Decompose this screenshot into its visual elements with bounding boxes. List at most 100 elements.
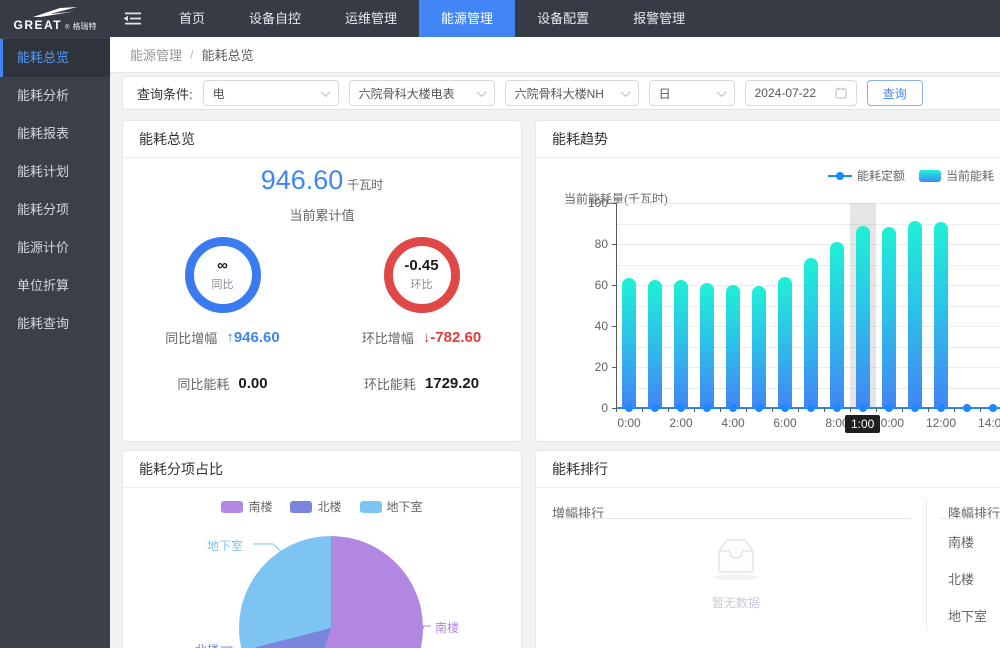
x-tick-mark (746, 408, 747, 412)
y-axis-line (616, 203, 617, 408)
sidebar-item[interactable]: 能耗总览 (0, 39, 110, 77)
up-arrow-icon: ↑ (226, 329, 234, 346)
energy-bar (882, 227, 896, 408)
sidebar-item[interactable]: 能源计价 (0, 229, 110, 267)
chevron-down-icon (620, 87, 630, 97)
mom-column: -0.45 环比 环比增幅 ↓-782.60 环比能耗 1729.20 (322, 237, 521, 393)
energy-bar (648, 280, 662, 408)
pie-legend-item[interactable]: 北楼 (290, 498, 341, 515)
overview-card: 能耗总览 946.60千瓦时 当前累计值 ∞ 同比 (122, 120, 522, 442)
sidebar-item[interactable]: 能耗分项 (0, 191, 110, 229)
quota-line-dot (755, 404, 763, 412)
overview-card-title: 能耗总览 (123, 121, 521, 158)
trend-card: 能耗趋势 能耗定额 当前能耗 当前能耗量(千瓦时) (535, 120, 1000, 442)
main-nav: 首页设备自控运维管理能源管理设备配置报警管理 (157, 0, 707, 37)
nav-item[interactable]: 能源管理 (419, 0, 515, 37)
nav-item[interactable]: 设备配置 (515, 0, 611, 37)
energy-bar (856, 226, 870, 408)
pie-legend-item[interactable]: 南楼 (221, 498, 272, 515)
energy-bar (804, 258, 818, 408)
ranking-list-item: 地下室 (948, 606, 987, 625)
sidebar-item[interactable]: 能耗查询 (0, 305, 110, 343)
sidebar-item[interactable]: 能耗报表 (0, 115, 110, 153)
brand-swoosh-icon (32, 7, 78, 18)
energy-bar (934, 222, 948, 408)
pie-chart (239, 536, 423, 648)
empty-state: 暂无数据 (666, 535, 806, 611)
quota-line-dot (885, 404, 893, 412)
search-button[interactable]: 查询 (867, 80, 923, 106)
x-tick-mark (876, 408, 877, 412)
sidebar-collapse-icon[interactable] (123, 12, 141, 25)
calendar-icon (835, 87, 847, 99)
ranking-card-title: 能耗排行 (536, 451, 1000, 488)
x-tick-mark (980, 408, 981, 412)
ranking-card: 能耗排行 增幅排行 降幅排行 南楼北楼地下室 暂无数据 (535, 450, 1000, 648)
x-tick-mark (902, 408, 903, 412)
x-tick-mark (954, 408, 955, 412)
yoy-energy-value: 0.00 (238, 375, 267, 392)
pie-card: 能耗分项占比 南楼北楼地下室 地下室 南楼 北楼 (122, 450, 522, 648)
x-tick-mark (616, 408, 617, 412)
pie-label-basement: 地下室 (207, 537, 243, 554)
quota-line-dot (937, 404, 945, 412)
pie-legend-item[interactable]: 地下室 (360, 498, 423, 515)
y-tick-label: 40 (576, 319, 608, 333)
axis-pointer-label: 1:00 (845, 415, 880, 433)
brand-logo: GREAT ® 格瑞特 (0, 0, 110, 37)
pie-legend-label: 南楼 (248, 498, 272, 515)
trend-legend: 能耗定额 当前能耗 (828, 167, 994, 184)
chevron-down-icon (320, 87, 330, 97)
y-tick-label: 60 (576, 278, 608, 292)
ranking-list-item: 北楼 (948, 569, 974, 588)
pie-legend-swatch (290, 501, 312, 513)
brand-name: GREAT (13, 19, 62, 31)
sidebar-item[interactable]: 单位折算 (0, 267, 110, 305)
y-tick-mark (612, 285, 616, 286)
quota-line-dot (989, 404, 997, 412)
x-tick-label: 12:00 (919, 416, 963, 430)
query-panel: 查询条件: 电六院骨科大楼电表六院骨科大楼NH日 2024-07-22 查询 (122, 76, 1000, 110)
energy-bar (674, 280, 688, 408)
chevron-down-icon (716, 87, 726, 97)
pie-legend-swatch (221, 501, 243, 513)
x-tick-label: 2:00 (659, 416, 703, 430)
empty-state-text: 暂无数据 (666, 594, 806, 611)
sidebar-item[interactable]: 能耗分析 (0, 77, 110, 115)
x-tick-label: 6:00 (763, 416, 807, 430)
query-select[interactable]: 六院骨科大楼电表 (349, 80, 495, 106)
y-tick-mark (612, 244, 616, 245)
energy-bar (700, 283, 714, 408)
x-tick-mark (824, 408, 825, 412)
pie-legend-label: 北楼 (317, 498, 341, 515)
nav-item[interactable]: 设备自控 (227, 0, 323, 37)
quota-line-dot (911, 404, 919, 412)
nav-item[interactable]: 运维管理 (323, 0, 419, 37)
empty-box-icon (707, 535, 765, 581)
pie-legend: 南楼 北楼 地下室 (123, 498, 521, 515)
query-select[interactable]: 电 (203, 80, 339, 106)
cards-grid: 能耗总览 946.60千瓦时 当前累计值 ∞ 同比 (122, 120, 1000, 648)
trend-card-title: 能耗趋势 (536, 121, 1000, 158)
quota-line-dot (625, 404, 633, 412)
breadcrumb-separator: / (190, 47, 194, 62)
sidebar-item[interactable]: 能耗计划 (0, 153, 110, 191)
nav-item[interactable]: 首页 (157, 0, 227, 37)
decrease-ranking-header: 降幅排行 (948, 503, 1000, 522)
y-tick-label: 80 (576, 237, 608, 251)
select-value: 六院骨科大楼NH (515, 85, 604, 102)
line-series-icon (828, 172, 852, 180)
query-selects: 电六院骨科大楼电表 六院骨科大楼NH 日 (203, 80, 735, 106)
mom-growth-label: 环比增幅 (362, 328, 414, 347)
mom-ring-label: 环比 (411, 276, 433, 292)
yoy-ring: ∞ 同比 (185, 237, 261, 313)
legend-item-line[interactable]: 能耗定额 (828, 167, 905, 184)
legend-bar-label: 当前能耗 (946, 167, 994, 184)
nav-item[interactable]: 报警管理 (611, 0, 707, 37)
query-select[interactable]: 日 (649, 80, 735, 106)
query-select[interactable]: 六院骨科大楼NH (505, 80, 639, 106)
breadcrumb-section[interactable]: 能源管理 (130, 45, 182, 64)
date-picker-input[interactable]: 2024-07-22 (745, 80, 857, 106)
legend-item-bar[interactable]: 当前能耗 (919, 167, 994, 184)
quota-line-dot (651, 404, 659, 412)
